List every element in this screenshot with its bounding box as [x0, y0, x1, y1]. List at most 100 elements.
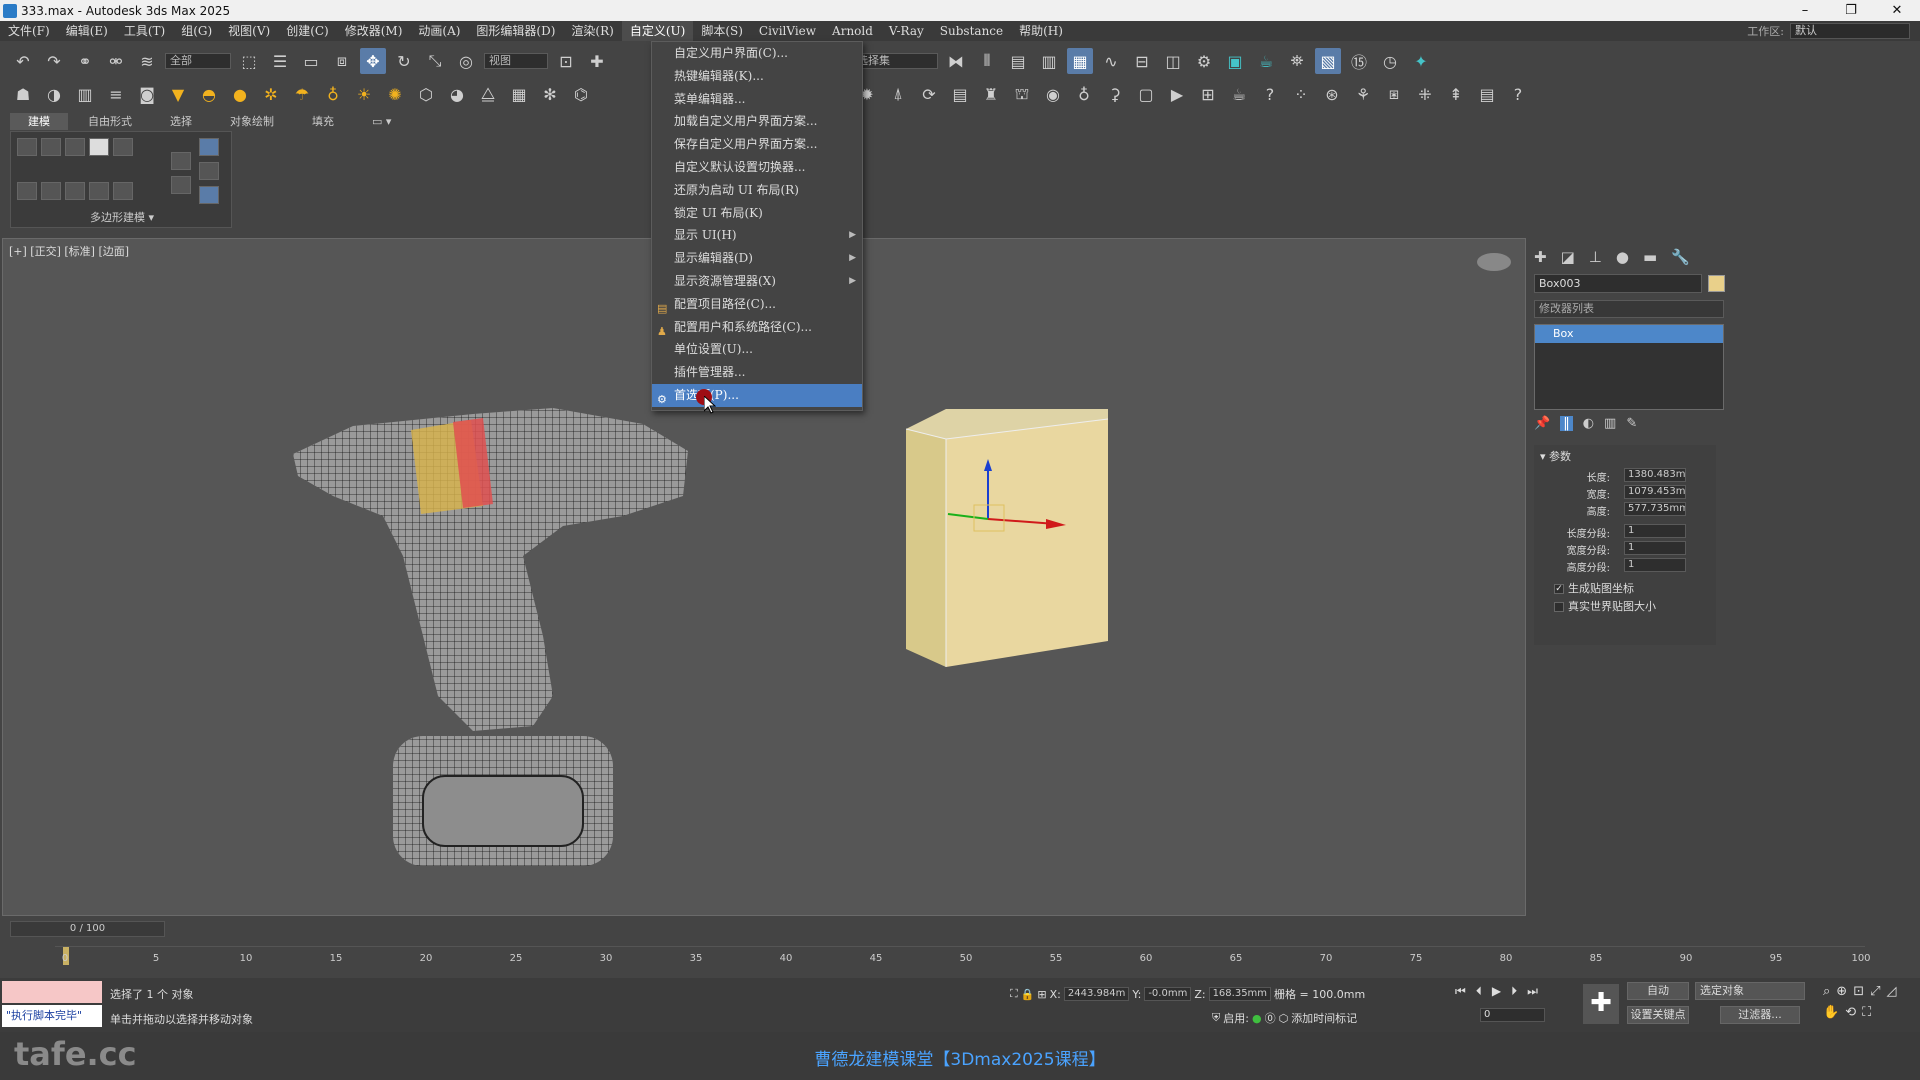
camera-icon[interactable]: ◙	[134, 81, 160, 107]
nodes-icon[interactable]: ⁜	[1412, 81, 1438, 107]
ribbon-toggle-icon[interactable]: ▦	[1067, 48, 1093, 74]
scene-explorer-icon[interactable]: ▤	[1005, 48, 1031, 74]
bottle-icon[interactable]: ♜	[978, 81, 1004, 107]
menu-group[interactable]: 组(G)	[173, 21, 220, 41]
tree-icon[interactable]: ⍋	[885, 81, 911, 107]
select-place-icon[interactable]: ◎	[453, 48, 479, 74]
material-editor-icon[interactable]: ◫	[1160, 48, 1186, 74]
close-button[interactable]: ✕	[1874, 0, 1920, 21]
key-filters-button[interactable]: 过滤器...	[1720, 1006, 1800, 1024]
menu-item-project-paths[interactable]: ▤ 配置项目路径(C)...	[652, 293, 862, 316]
rendered-frame-icon[interactable]: ▣	[1222, 48, 1248, 74]
undo-icon[interactable]: ↶	[10, 48, 36, 74]
menu-item-customize-ui[interactable]: 自定义用户界面(C)...	[652, 42, 862, 65]
stack-up-button[interactable]	[171, 152, 191, 170]
schematic-view-icon[interactable]: ⊟	[1129, 48, 1155, 74]
play-icon[interactable]: ▶	[1492, 984, 1501, 999]
time-slider[interactable]: 0 / 100	[10, 921, 165, 937]
auto-key-button[interactable]: 自动	[1627, 982, 1689, 1000]
frame-play-icon[interactable]: ▶	[1164, 81, 1190, 107]
tag-icon[interactable]: ⬡	[1279, 1012, 1289, 1025]
viewcube-icon[interactable]	[1477, 253, 1511, 271]
teapot-icon[interactable]: ☗	[10, 81, 36, 107]
maxscript-listener-top[interactable]	[2, 981, 102, 1003]
help-icon[interactable]: ?	[1257, 81, 1283, 107]
goto-end-icon[interactable]: ⏭	[1527, 984, 1538, 999]
select-manipulate-icon[interactable]: ✚	[584, 48, 610, 74]
menu-item-lock-ui-layout[interactable]: 锁定 UI 布局(K)	[652, 202, 862, 225]
proxy-icon[interactable]: ⬡	[413, 81, 439, 107]
menu-item-hotkey-editor[interactable]: 热键编辑器(K)...	[652, 65, 862, 88]
menu-item-preferences[interactable]: ⚙首选项(P)...	[652, 383, 862, 407]
ribbon-options-icon[interactable]: ▭ ▾	[354, 113, 409, 130]
modify-mode-button[interactable]	[17, 182, 37, 200]
object-name-field[interactable]: Box003	[1534, 274, 1702, 293]
globe-icon[interactable]: ♁	[1071, 81, 1097, 107]
menu-item-show-editors[interactable]: 显示编辑器(D) ▶	[652, 247, 862, 270]
collapse-button[interactable]	[65, 182, 85, 200]
display-tab-icon[interactable]: ▬	[1643, 248, 1657, 266]
tab-object-paint[interactable]: 对象绘制	[212, 113, 292, 130]
bind-spacewarp-icon[interactable]: ≋	[134, 48, 160, 74]
y-coord-field[interactable]: -0.0mm	[1144, 987, 1192, 1001]
real-world-map-size-checkbox[interactable]: 真实世界贴图大小	[1534, 598, 1716, 616]
question-icon[interactable]: ?	[1505, 81, 1531, 107]
sel-mode-button[interactable]	[41, 182, 61, 200]
vray-icon[interactable]: ✦	[1408, 48, 1434, 74]
ambient-light-icon[interactable]: ♁	[320, 81, 346, 107]
menu-civilview[interactable]: CivilView	[751, 21, 824, 41]
menu-substance[interactable]: Substance	[932, 21, 1011, 41]
curve-editor-icon[interactable]: ∿	[1098, 48, 1124, 74]
zoom-icon[interactable]: ⌕	[1823, 984, 1830, 999]
pivot-center-icon[interactable]: ⊡	[553, 48, 579, 74]
remove-modifier-icon[interactable]: ▥	[1604, 416, 1616, 431]
attach-button[interactable]	[89, 182, 109, 200]
preview-button[interactable]	[113, 182, 133, 200]
ref-coord-dropdown[interactable]: 视图	[484, 53, 548, 69]
menu-create[interactable]: 创建(C)	[278, 21, 337, 41]
menu-item-show-ui[interactable]: 显示 UI(H) ▶	[652, 224, 862, 247]
render-production-icon[interactable]: ⛯	[1284, 48, 1310, 74]
tab-populate[interactable]: 填充	[294, 113, 352, 130]
workspace-dropdown[interactable]: 默认	[1790, 23, 1910, 39]
arrow-up-icon[interactable]: ⇞	[1443, 81, 1469, 107]
panel-label[interactable]: 多边形建模 ▾	[11, 209, 233, 225]
utilities-tab-icon[interactable]: 🔧	[1671, 248, 1690, 266]
select-object-icon[interactable]: ⬚	[236, 48, 262, 74]
ies-light-icon[interactable]: ☂	[289, 81, 315, 107]
select-rotate-icon[interactable]: ↻	[391, 48, 417, 74]
dots-icon[interactable]: ⁘	[1288, 81, 1314, 107]
zoom-extents-icon[interactable]: ⊡	[1853, 984, 1864, 999]
selection-filter-dropdown[interactable]: 全部	[165, 53, 231, 69]
modify-tab-icon[interactable]: ◪	[1561, 248, 1575, 266]
zoom-extents-all-icon[interactable]: ⤢	[1870, 984, 1880, 999]
viewport-label[interactable]: [+] [正交] [标准] [边面]	[9, 243, 129, 259]
set-key-button[interactable]: 设置关键点	[1627, 1006, 1689, 1024]
set-key-big-icon[interactable]: ✚	[1583, 984, 1619, 1024]
menu-item-defaults-switcher[interactable]: 自定义默认设置切换器...	[652, 156, 862, 179]
show-end-result-icon[interactable]: ‖	[1560, 416, 1573, 431]
width-segs-spinner[interactable]: 1	[1624, 541, 1686, 555]
show-end-button[interactable]	[199, 138, 219, 156]
next-frame-icon[interactable]: ⏵	[1511, 984, 1517, 999]
layer-explorer-icon[interactable]: ▥	[1036, 48, 1062, 74]
motion-tab-icon[interactable]: ●	[1616, 248, 1629, 266]
sphere-icon[interactable]: ◕	[444, 81, 470, 107]
lock-icon[interactable]: 🔒	[1021, 988, 1035, 1001]
mesh-light-icon[interactable]: ✲	[258, 81, 284, 107]
render-setup-icon[interactable]: ⚙	[1191, 48, 1217, 74]
maxscript-listener-output[interactable]: "执行脚本完毕"	[2, 1005, 102, 1027]
element-button[interactable]	[113, 138, 133, 156]
sphere-light-icon[interactable]: ●	[227, 81, 253, 107]
zoom-all-icon[interactable]: ⊕	[1836, 984, 1847, 999]
modifier-list-dropdown[interactable]: 修改器列表	[1534, 300, 1724, 318]
mirror-icon[interactable]: ⧓	[943, 48, 969, 74]
torus-icon[interactable]: ◑	[41, 81, 67, 107]
sky-icon[interactable]: ✺	[382, 81, 408, 107]
zero-toggle-icon[interactable]: ⓪	[1265, 1010, 1276, 1026]
minimize-button[interactable]: –	[1782, 0, 1828, 21]
border-button[interactable]	[65, 138, 85, 156]
pan-icon[interactable]: ✋	[1823, 1005, 1839, 1020]
menu-help[interactable]: 帮助(H)	[1011, 21, 1071, 41]
menu-item-save-ui-scheme[interactable]: 保存自定义用户界面方案...	[652, 133, 862, 156]
